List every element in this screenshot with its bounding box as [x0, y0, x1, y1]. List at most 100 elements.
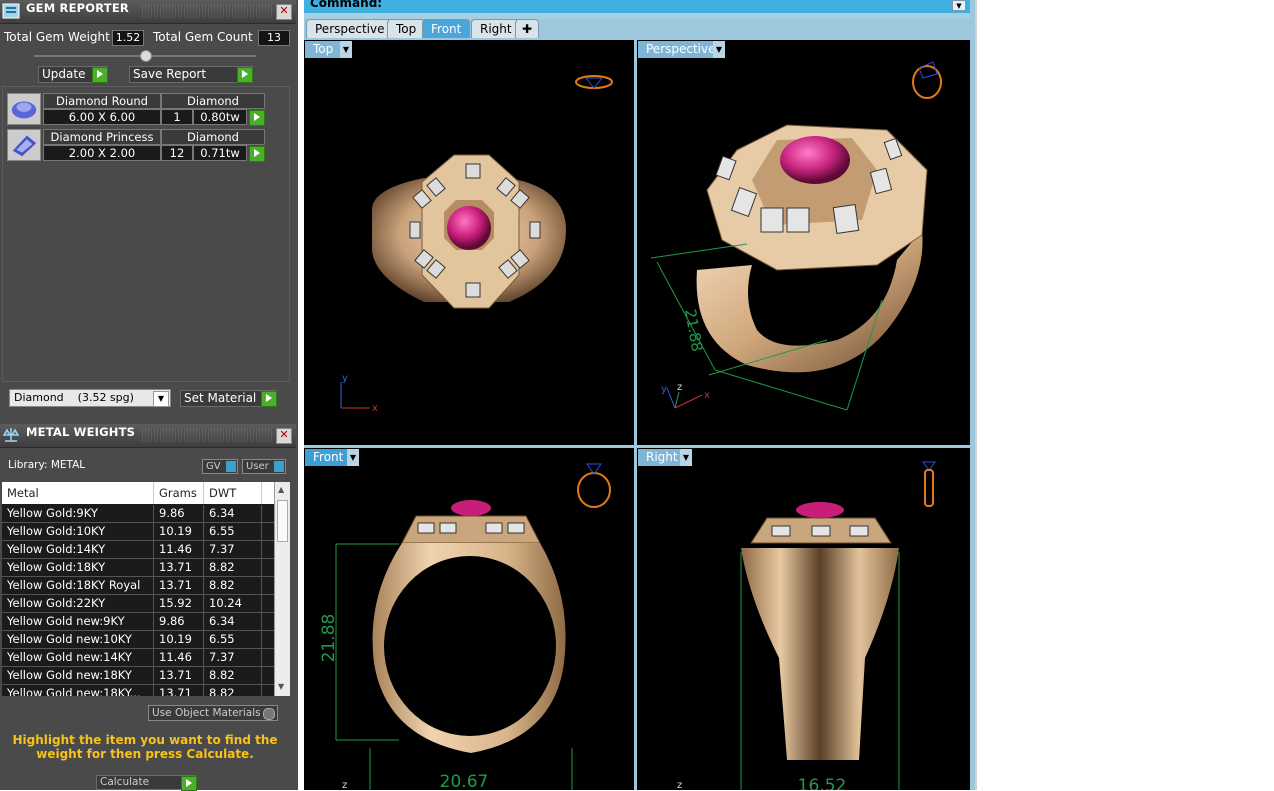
gem-material: Diamond: [161, 129, 265, 145]
metal-table-header: Metal Grams DWT: [2, 482, 290, 504]
table-row[interactable]: Yellow Gold new:10KY 10.19 6.55: [2, 631, 274, 649]
gem-select-icon[interactable]: [249, 146, 265, 162]
command-bar[interactable]: Command: ▼: [304, 0, 970, 13]
axis-z-label: z: [677, 780, 682, 790]
tab-perspective[interactable]: Perspective: [306, 19, 394, 38]
set-material-button[interactable]: Set Material: [180, 390, 277, 407]
material-select[interactable]: Diamond (3.52 spg) ▼: [9, 389, 171, 407]
tab-right[interactable]: Right: [471, 19, 521, 38]
viewport-front[interactable]: Front ▼ 21.88 20.67 z: [304, 448, 634, 790]
gem-reporter-titlebar[interactable]: GEM REPORTER ✕: [0, 0, 296, 24]
ring-perspective-view: 21.88 y z x: [650, 61, 942, 411]
table-cell: 13.71: [154, 685, 204, 696]
radio-icon: [263, 708, 275, 720]
library-label: Library: METAL: [8, 459, 86, 471]
ring-hole: [384, 556, 556, 736]
table-row[interactable]: Yellow Gold new:18KY 13.71 8.82: [2, 667, 274, 685]
user-toggle[interactable]: User: [242, 459, 286, 474]
table-cell: 8.82: [204, 685, 262, 696]
table-row[interactable]: Yellow Gold new:9KY 9.86 6.34: [2, 613, 274, 631]
chevron-down-icon[interactable]: ▼: [952, 0, 966, 11]
ruby-stone: [780, 136, 850, 184]
column-header[interactable]: Grams: [154, 482, 204, 504]
gv-toggle[interactable]: GV: [202, 459, 238, 474]
gem-select-icon[interactable]: [249, 110, 265, 126]
table-cell: 6.34: [204, 505, 262, 522]
table-row[interactable]: Yellow Gold new:18KY... 13.71 8.82: [2, 685, 274, 696]
table-row[interactable]: Yellow Gold new:14KY 11.46 7.37: [2, 649, 274, 667]
table-cell: Yellow Gold:9KY: [2, 505, 154, 522]
table-cell: 7.37: [204, 541, 262, 558]
scrollbar-thumb[interactable]: [277, 500, 288, 542]
table-row[interactable]: Yellow Gold:18KY Royal 13.71 8.82: [2, 577, 274, 595]
axis-indicator: [340, 382, 370, 409]
table-cell: 9.86: [154, 613, 204, 630]
column-header[interactable]: Metal: [2, 482, 154, 504]
table-cell: Yellow Gold new:18KY: [2, 667, 154, 684]
table-row[interactable]: Yellow Gold:14KY 11.46 7.37: [2, 541, 274, 559]
metal-weights-titlebar[interactable]: METAL WEIGHTS ✕: [0, 424, 296, 448]
save-report-label: Save Report: [133, 67, 207, 81]
table-cell: 13.71: [154, 667, 204, 684]
column-header[interactable]: DWT: [204, 482, 262, 504]
update-button-label: Update: [42, 67, 86, 81]
chevron-down-icon[interactable]: ▼: [153, 391, 169, 407]
save-report-button[interactable]: Save Report: [129, 66, 253, 83]
calculate-hint: Highlight the item you want to find the …: [12, 733, 278, 761]
dimension-label-vertical: 21.88: [319, 614, 339, 663]
gem-weight: 0.80tw: [193, 109, 247, 125]
ring-front-view: 21.88 20.67 z: [319, 463, 611, 790]
table-cell: 10.24: [204, 595, 262, 612]
gem-weight: 0.71tw: [193, 145, 247, 161]
table-cell: 11.46: [154, 541, 204, 558]
table-row[interactable]: Yellow Gold:22KY 15.92 10.24: [2, 595, 274, 613]
toggle-icon: [274, 461, 284, 472]
tab-front[interactable]: Front: [422, 19, 471, 38]
table-row[interactable]: Yellow Gold:18KY 13.71 8.82: [2, 559, 274, 577]
calculate-button[interactable]: Calculate: [96, 775, 197, 791]
gem-row[interactable]: Diamond Round Diamond 6.00 X 6.00 1 0.80…: [5, 91, 265, 127]
table-cell: 13.71: [154, 577, 204, 594]
ruby-stone: [796, 502, 844, 518]
close-icon[interactable]: ✕: [276, 428, 292, 444]
scrollbar[interactable]: ▲ ▼: [274, 482, 290, 696]
metal-table[interactable]: Metal Grams DWT Yellow Gold:9KY 9.86 6.34 Y…: [2, 482, 290, 696]
axis-indicator: [666, 387, 703, 409]
use-object-materials-label: Use Object Materials: [152, 707, 261, 719]
play-icon: [237, 67, 253, 83]
gem-reporter-icon: [2, 3, 20, 19]
tab-top[interactable]: Top: [387, 19, 426, 38]
table-cell: Yellow Gold:10KY: [2, 523, 154, 540]
table-cell: 8.82: [204, 577, 262, 594]
command-label: Command:: [310, 0, 383, 10]
scale-icon: [2, 428, 20, 442]
table-row[interactable]: Yellow Gold:10KY 10.19 6.55: [2, 523, 274, 541]
scroll-up-icon[interactable]: ▲: [278, 485, 284, 494]
close-icon[interactable]: ✕: [276, 4, 292, 20]
viewport-right[interactable]: Right ▼ 16.52 z: [637, 448, 970, 790]
gem-list: Diamond Round Diamond 6.00 X 6.00 1 0.80…: [2, 86, 290, 382]
table-cell: 6.34: [204, 613, 262, 630]
titlebar-grip: [142, 4, 272, 18]
round-diamond-icon: [7, 93, 41, 125]
axis-y-label: y: [342, 373, 348, 384]
total-gem-weight-value: 1.52: [112, 30, 144, 46]
update-button[interactable]: Update: [38, 66, 108, 83]
table-cell: Yellow Gold:22KY: [2, 595, 154, 612]
table-cell: 13.71: [154, 559, 204, 576]
scroll-down-icon[interactable]: ▼: [278, 682, 284, 691]
gv-label: GV: [206, 461, 221, 472]
splitter-handle-icon[interactable]: [140, 50, 152, 62]
gem-row[interactable]: Diamond Princess Diamond 2.00 X 2.00 12 …: [5, 127, 265, 163]
gem-material: Diamond: [161, 93, 265, 109]
viewport-perspective[interactable]: Perspective ▼ 21.88 y z x: [637, 40, 970, 445]
viewport-top[interactable]: Top ▼ y x: [304, 40, 634, 445]
view-cube-icon: [912, 61, 942, 99]
use-object-materials-toggle[interactable]: Use Object Materials: [148, 705, 278, 721]
table-cell: Yellow Gold:18KY Royal: [2, 577, 154, 594]
viewport-area: Command: ▼ Perspective Top Front Right ✚…: [304, 0, 976, 790]
table-row[interactable]: Yellow Gold:9KY 9.86 6.34: [2, 505, 274, 523]
play-icon: [92, 67, 108, 83]
add-tab-icon[interactable]: ✚: [515, 19, 540, 38]
table-cell: 15.92: [154, 595, 204, 612]
